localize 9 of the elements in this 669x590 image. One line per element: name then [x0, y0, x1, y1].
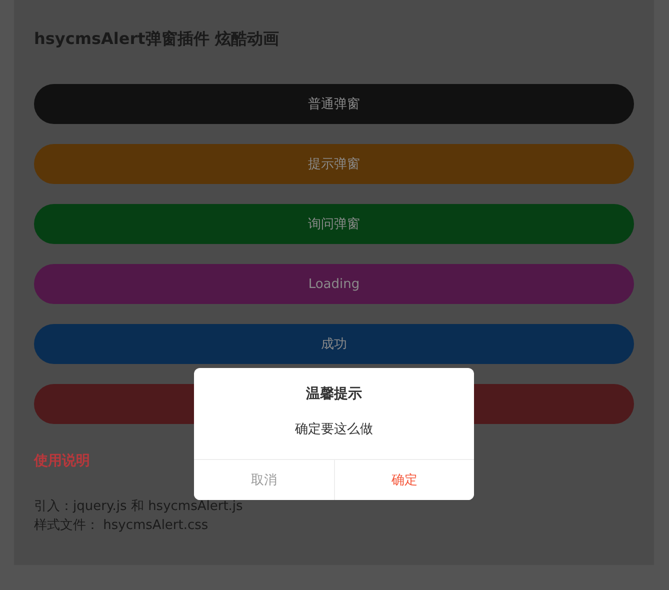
usage-heading: 使用说明 [34, 452, 91, 471]
dialog-message: 确定要这么做 [294, 421, 374, 439]
demo-button[interactable]: 提示弹窗 [34, 144, 634, 184]
demo-button[interactable]: 询问弹窗 [34, 204, 634, 244]
dialog-title: 温馨提示 [305, 385, 363, 404]
demo-button[interactable]: 普通弹窗 [34, 84, 634, 124]
demo-button[interactable]: Loading [34, 264, 634, 304]
demo-button[interactable]: 成功 [34, 324, 634, 364]
confirm-button[interactable]: 确定 [334, 460, 474, 500]
